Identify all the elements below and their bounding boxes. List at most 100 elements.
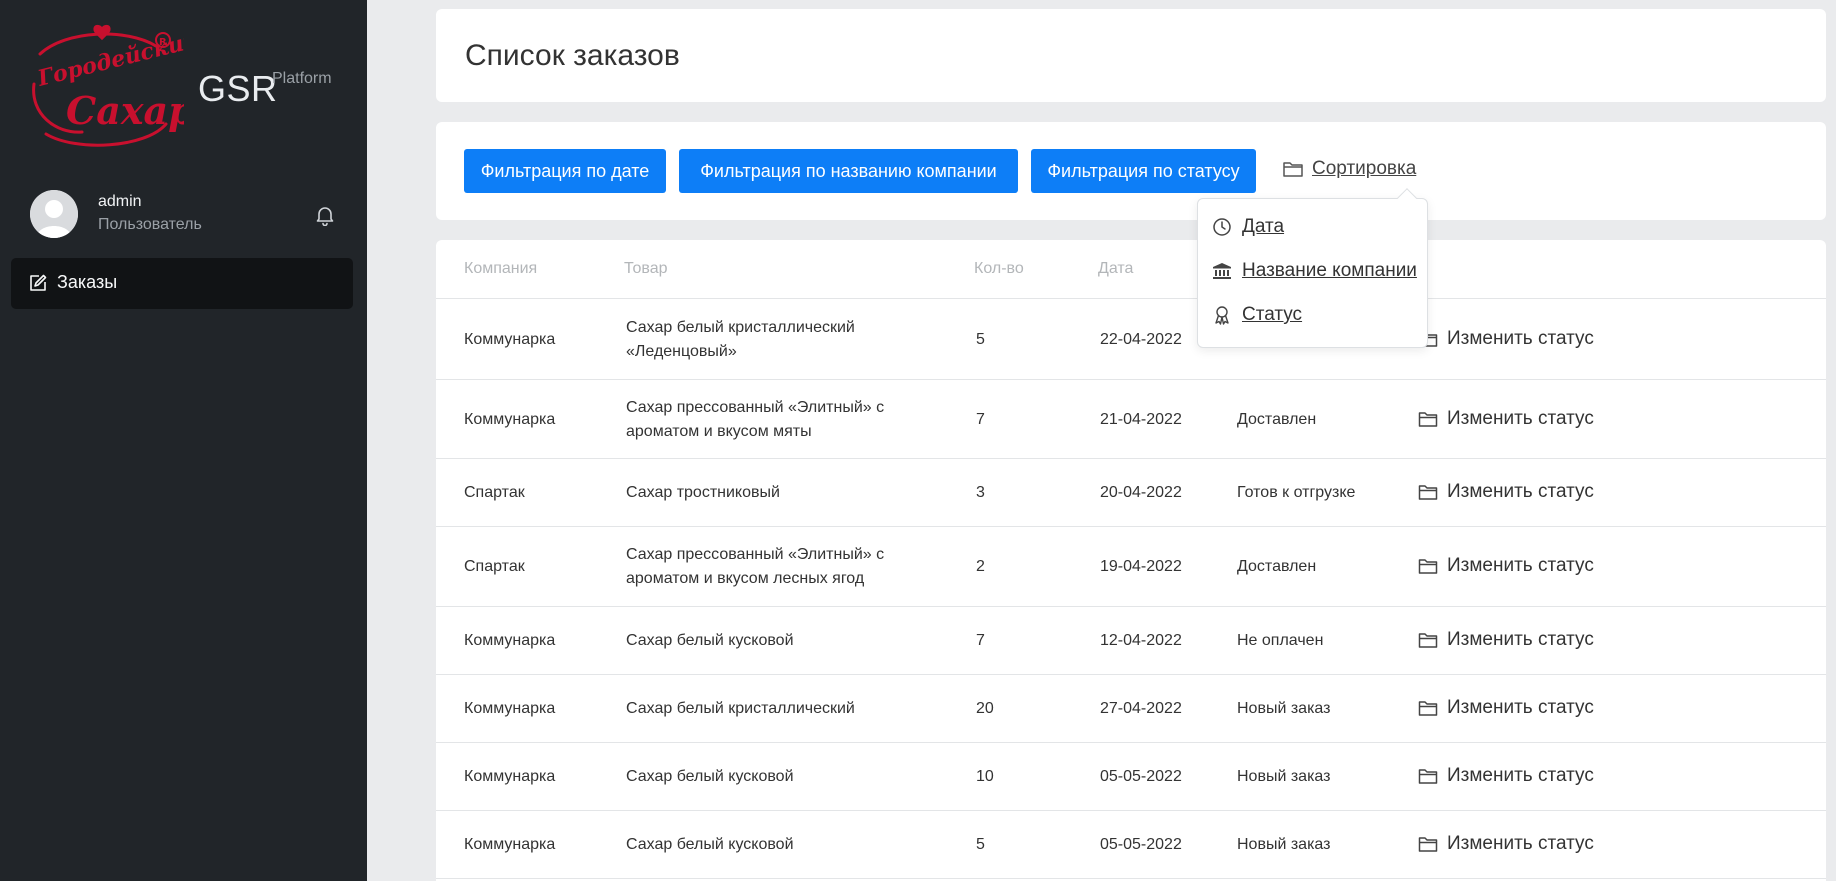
sort-option-status[interactable]: Статус [1212, 304, 1302, 326]
sidebar: Городейский Сахар R GSR Platform admin П… [0, 0, 367, 881]
sort-dropdown-menu: Дата Название компании Статус [1197, 188, 1428, 348]
sort-toggle[interactable]: Сортировка [1282, 158, 1416, 180]
cell-company: Спартак [464, 558, 525, 575]
change-status-label: Изменить статус [1447, 328, 1594, 349]
cell-company: Коммунарка [464, 768, 556, 785]
column-header-company[interactable]: Компания [464, 260, 537, 278]
award-icon [1215, 306, 1229, 325]
change-status-label: Изменить статус [1447, 765, 1594, 786]
user-panel: admin Пользователь [30, 190, 340, 240]
cell-qty: 3 [976, 484, 985, 501]
table-row: Коммунарка Сахар белый кристаллический 20 2… [436, 675, 1826, 743]
table-row: Коммунарка Сахар белый кусковой 5 05-05-202… [436, 811, 1826, 879]
svg-text:R: R [159, 37, 167, 48]
svg-text:Сахар: Сахар [66, 88, 184, 133]
cell-qty: 7 [976, 632, 985, 649]
cell-company: Коммунарка [464, 632, 556, 649]
cell-status: Новый заказ [1237, 700, 1331, 717]
table-header: Компания Товар Кол-во Дата [436, 240, 1826, 299]
change-status-button[interactable]: Изменить статус [1418, 697, 1594, 719]
orders-table: Компания Товар Кол-во Дата Коммунарка Сах… [436, 240, 1826, 881]
page-header: Список заказов [436, 9, 1826, 102]
cell-date: 22-04-2022 [1100, 331, 1182, 348]
cell-qty: 10 [976, 768, 994, 785]
cell-qty: 5 [976, 331, 985, 348]
change-status-label: Изменить статус [1447, 697, 1594, 718]
avatar[interactable] [30, 190, 78, 238]
sort-option-company[interactable]: Название компании [1212, 260, 1417, 282]
filter-by-status-button[interactable]: Фильтрация по статусу [1031, 149, 1256, 193]
cell-date: 20-04-2022 [1100, 484, 1182, 501]
change-status-label: Изменить статус [1447, 555, 1594, 576]
cell-company: Коммунарка [464, 331, 556, 348]
table-row: Коммунарка Сахар прессованный «Элитный» с… [436, 380, 1826, 459]
cell-product: Сахар белый кристаллический [626, 700, 855, 717]
folder-icon [1418, 769, 1438, 784]
cell-product: Сахар прессованный «Элитный» с ароматом … [626, 546, 885, 587]
change-status-label: Изменить статус [1447, 481, 1594, 502]
filter-by-date-button[interactable]: Фильтрация по дате [464, 149, 666, 193]
change-status-button[interactable]: Изменить статус [1418, 629, 1594, 651]
folder-icon [1283, 162, 1303, 177]
bell-icon[interactable] [314, 204, 336, 226]
user-avatar-icon [30, 190, 78, 238]
cell-product: Сахар тростниковый [626, 484, 780, 501]
change-status-label: Изменить статус [1447, 407, 1594, 429]
cell-product: Сахар белый кусковой [626, 768, 794, 785]
folder-icon [1418, 701, 1438, 716]
bank-icon [1213, 263, 1231, 279]
table-row: Коммунарка Сахар белый кусковой 10 05-05-20… [436, 743, 1826, 811]
cell-date: 05-05-2022 [1100, 768, 1182, 785]
column-header-date[interactable]: Дата [1098, 260, 1133, 278]
change-status-label: Изменить статус [1447, 833, 1594, 854]
cell-product: Сахар белый кусковой [626, 836, 794, 853]
clock-icon [1213, 218, 1231, 236]
cell-qty: 5 [976, 836, 985, 853]
cell-qty: 2 [976, 558, 985, 575]
user-name: admin [98, 193, 142, 210]
change-status-button[interactable]: Изменить статус [1418, 481, 1594, 503]
change-status-button[interactable]: Изменить статус [1418, 555, 1594, 577]
cell-status: Новый заказ [1237, 768, 1331, 785]
cell-date: 05-05-2022 [1100, 836, 1182, 853]
cell-company: Коммунарка [464, 410, 556, 428]
cell-product: Сахар белый кусковой [626, 632, 794, 649]
cell-product: Сахар прессованный «Элитный» с ароматом … [626, 398, 885, 440]
folder-icon [1418, 485, 1438, 500]
table-row: Спартак Сахар прессованный «Элитный» с ар… [436, 527, 1826, 607]
cell-date: 21-04-2022 [1100, 410, 1182, 428]
cell-status: Доставлен [1237, 558, 1317, 575]
page-title: Список заказов [465, 39, 680, 72]
sort-option-date[interactable]: Дата [1212, 216, 1284, 238]
sidebar-item-orders[interactable]: Заказы [11, 258, 353, 309]
change-status-button[interactable]: Изменить статус [1418, 408, 1594, 430]
user-role: Пользователь [98, 216, 202, 233]
edit-icon [30, 274, 47, 291]
folder-icon [1418, 837, 1438, 852]
brand-name: GSR [198, 68, 278, 109]
column-header-qty[interactable]: Кол-во [974, 260, 1024, 278]
folder-icon [1418, 559, 1438, 574]
column-header-product[interactable]: Товар [624, 260, 668, 278]
cell-company: Коммунарка [464, 700, 556, 717]
change-status-button[interactable]: Изменить статус [1418, 328, 1594, 350]
change-status-button[interactable]: Изменить статус [1418, 765, 1594, 787]
sort-option-label: Название компании [1242, 260, 1417, 281]
brand[interactable]: Городейский Сахар R GSR Platform [26, 24, 366, 154]
change-status-button[interactable]: Изменить статус [1418, 833, 1594, 855]
brand-subtitle: Platform [272, 70, 332, 87]
change-status-label: Изменить статус [1447, 629, 1594, 650]
cell-status: Не оплачен [1237, 632, 1324, 649]
cell-date: 19-04-2022 [1100, 558, 1182, 575]
sidebar-item-label: Заказы [57, 272, 118, 292]
cell-date: 27-04-2022 [1100, 700, 1182, 717]
cell-status: Новый заказ [1237, 836, 1331, 853]
table-row: Спартак Сахар тростниковый 3 20-04-2022 Гото… [436, 459, 1826, 527]
cell-status: Доставлен [1237, 410, 1317, 428]
sort-option-label: Дата [1242, 216, 1285, 237]
cell-qty: 20 [976, 700, 994, 717]
filter-bar: Фильтрация по дате Фильтрация по названи… [436, 122, 1826, 220]
table-row: Коммунарка Сахар белый кристаллический «Л… [436, 300, 1826, 380]
cell-company: Коммунарка [464, 836, 556, 853]
filter-by-company-button[interactable]: Фильтрация по названию компании [679, 149, 1018, 193]
